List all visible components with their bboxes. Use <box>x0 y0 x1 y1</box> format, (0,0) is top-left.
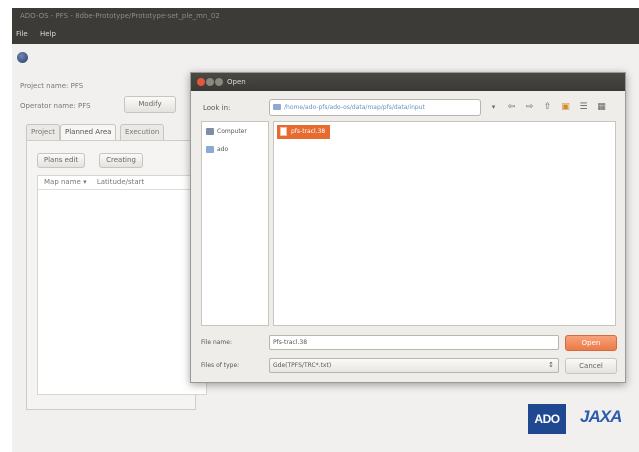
tab-project[interactable]: Project <box>26 124 60 140</box>
window-title: ADO-OS - PFS - 8dbe-Prototype/Prototype-… <box>12 8 639 24</box>
folder-icon <box>206 146 214 153</box>
menu-file[interactable]: File <box>16 30 28 38</box>
tab-execution[interactable]: Execution <box>120 124 165 140</box>
minimize-icon[interactable] <box>206 78 214 86</box>
file-type-select[interactable]: Gde(TPFS/TRC*.txt) ↕ <box>269 358 559 373</box>
close-icon[interactable] <box>197 78 205 86</box>
map-list[interactable]: Map name ▾ Latitude/start <box>37 175 207 395</box>
place-home-label: ado <box>217 146 229 153</box>
look-in-combo[interactable]: /home/ado-pfs/ado-os/data/map/pfs/data/i… <box>269 99 481 116</box>
place-computer-label: Computer <box>217 128 247 135</box>
computer-icon <box>206 128 214 135</box>
forward-icon[interactable]: ⇨ <box>523 100 536 115</box>
maximize-icon[interactable] <box>215 78 223 86</box>
combo-dropdown-icon[interactable]: ▾ <box>487 100 500 115</box>
new-folder-icon[interactable]: ▣ <box>559 100 572 115</box>
place-home[interactable]: ado <box>206 144 228 155</box>
look-in-label: Look in: <box>203 104 231 112</box>
back-icon[interactable]: ⇦ <box>505 100 518 115</box>
creating-button[interactable]: Creating <box>99 153 143 168</box>
file-type-label: Files of type: <box>201 362 240 369</box>
dialog-titlebar: Open <box>191 73 625 91</box>
planned-area-panel: Plans edit Creating Map name ▾ Latitude/… <box>26 140 207 410</box>
ado-logo: ADO <box>528 404 566 434</box>
file-name-input[interactable]: Pfs-tracl.38 <box>269 335 559 350</box>
column-map-name[interactable]: Map name ▾ <box>44 178 87 186</box>
place-computer[interactable]: Computer <box>206 126 247 137</box>
globe-icon[interactable] <box>17 52 28 63</box>
column-latitude[interactable]: Latitude/start <box>97 178 144 186</box>
open-dialog: Open Look in: /home/ado-pfs/ado-os/data/… <box>190 72 626 383</box>
file-list[interactable]: pfs-tracl.38 <box>273 121 616 326</box>
dialog-title: Open <box>227 78 246 86</box>
jaxa-logo: JAXA <box>580 407 622 426</box>
document-icon <box>280 127 287 136</box>
menu-help[interactable]: Help <box>40 30 56 38</box>
file-type-value: Gde(TPFS/TRC*.txt) <box>273 362 332 369</box>
file-name-label: File name: <box>201 339 232 346</box>
menu-bar: File Help <box>12 24 639 44</box>
list-header: Map name ▾ Latitude/start <box>38 176 206 190</box>
chevron-down-icon: ↕ <box>548 361 554 369</box>
project-name-label: Project name: PFS <box>20 82 84 90</box>
open-button[interactable]: Open <box>565 335 617 351</box>
modify-button[interactable]: Modify <box>124 96 176 113</box>
detail-view-icon[interactable]: ▦ <box>595 100 608 115</box>
plans-edit-button[interactable]: Plans edit <box>37 153 85 168</box>
file-item-selected[interactable]: pfs-tracl.38 <box>277 125 331 139</box>
file-item-label: pfs-tracl.38 <box>291 128 326 135</box>
cancel-button[interactable]: Cancel <box>565 358 617 374</box>
places-sidebar: Computer ado <box>201 121 269 326</box>
operator-name-label: Operator name: PFS <box>20 102 91 110</box>
tab-planned-area[interactable]: Planned Area <box>60 124 117 140</box>
list-view-icon[interactable]: ☰ <box>577 100 590 115</box>
up-folder-icon[interactable]: ⇧ <box>541 100 554 115</box>
